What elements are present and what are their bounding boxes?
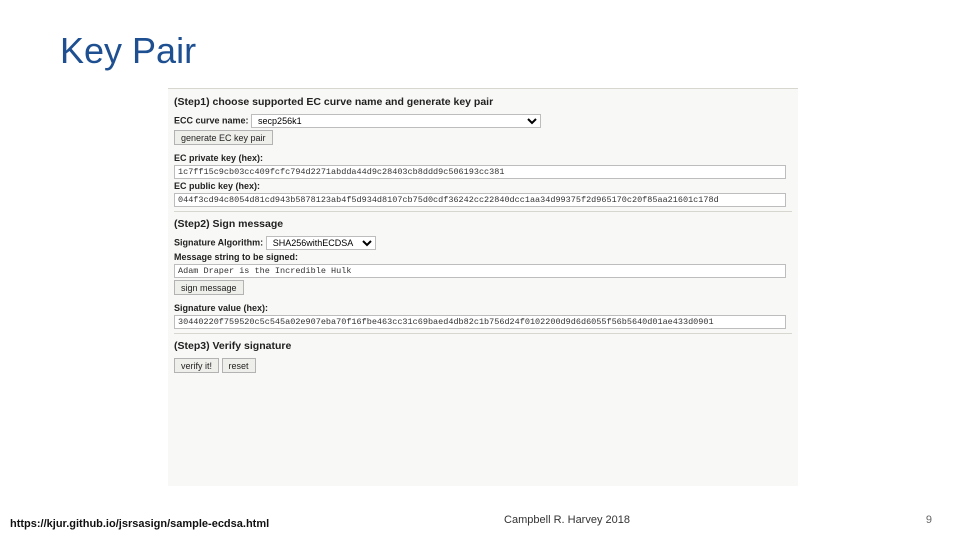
- private-key-input[interactable]: [174, 165, 786, 179]
- footer-url: https://kjur.github.io/jsrsasign/sample-…: [10, 518, 269, 530]
- step1-heading: (Step1) choose supported EC curve name a…: [174, 96, 792, 108]
- step2-heading: (Step2) Sign message: [174, 218, 792, 230]
- footer-page-number: 9: [926, 514, 932, 526]
- demo-panel: (Step1) choose supported EC curve name a…: [168, 88, 798, 486]
- sign-message-button[interactable]: sign message: [174, 280, 244, 295]
- signature-input[interactable]: [174, 315, 786, 329]
- page-title: Key Pair: [60, 30, 196, 72]
- curve-select[interactable]: secp256k1: [251, 114, 541, 128]
- private-key-label: EC private key (hex):: [174, 153, 792, 163]
- public-key-input[interactable]: [174, 193, 786, 207]
- alg-select[interactable]: SHA256withECDSA: [266, 236, 376, 250]
- message-label: Message string to be signed:: [174, 252, 792, 262]
- alg-label: Signature Algorithm:: [174, 237, 263, 247]
- step3-heading: (Step3) Verify signature: [174, 340, 792, 352]
- public-key-label: EC public key (hex):: [174, 181, 792, 191]
- curve-label: ECC curve name:: [174, 115, 249, 125]
- reset-button[interactable]: reset: [222, 358, 256, 373]
- footer-author: Campbell R. Harvey 2018: [504, 514, 630, 526]
- verify-button[interactable]: verify it!: [174, 358, 219, 373]
- generate-keypair-button[interactable]: generate EC key pair: [174, 130, 273, 145]
- message-input[interactable]: [174, 264, 786, 278]
- signature-label: Signature value (hex):: [174, 303, 792, 313]
